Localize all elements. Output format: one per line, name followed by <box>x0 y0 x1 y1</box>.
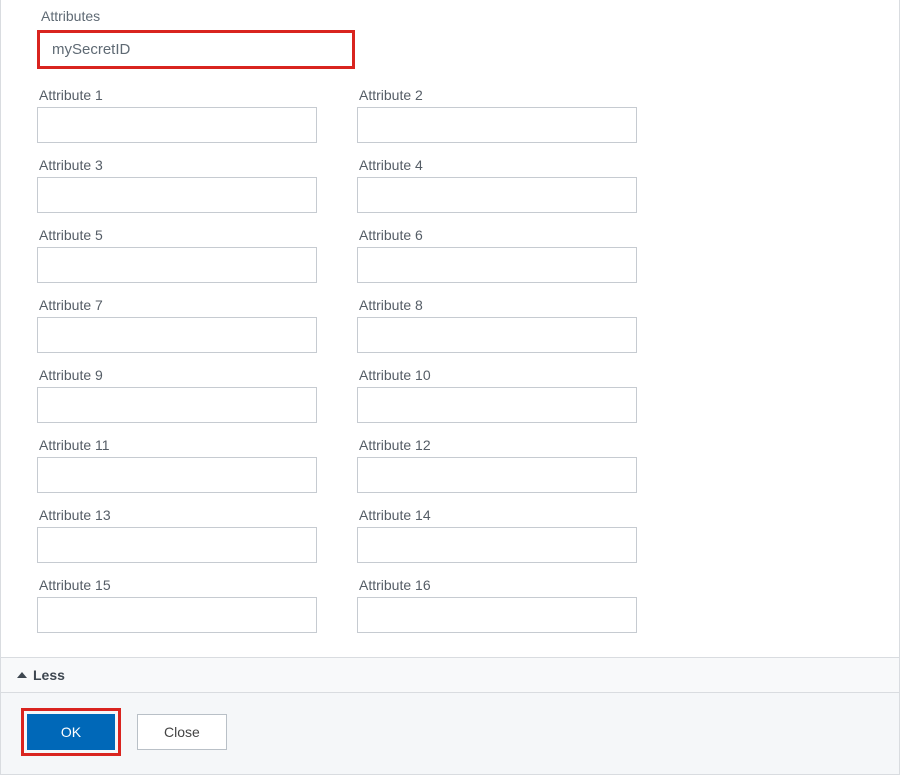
attribute-field: Attribute 7 <box>37 297 317 353</box>
attribute-grid: Attribute 1 Attribute 2 Attribute 3 Attr… <box>37 87 869 633</box>
attribute-label: Attribute 7 <box>39 297 317 313</box>
attributes-content: Attributes mySecretID Attribute 1 Attrib… <box>1 0 899 657</box>
attribute-input-3[interactable] <box>37 177 317 213</box>
attributes-panel: Attributes mySecretID Attribute 1 Attrib… <box>0 0 900 775</box>
attribute-input-14[interactable] <box>357 527 637 563</box>
attribute-field: Attribute 13 <box>37 507 317 563</box>
less-label: Less <box>33 667 65 683</box>
attribute-label: Attribute 1 <box>39 87 317 103</box>
main-attribute-field[interactable]: mySecretID <box>37 30 355 69</box>
attribute-label: Attribute 15 <box>39 577 317 593</box>
attribute-input-5[interactable] <box>37 247 317 283</box>
attribute-field: Attribute 16 <box>357 577 637 633</box>
attribute-field: Attribute 14 <box>357 507 637 563</box>
attribute-label: Attribute 5 <box>39 227 317 243</box>
attribute-input-1[interactable] <box>37 107 317 143</box>
attribute-label: Attribute 13 <box>39 507 317 523</box>
attribute-label: Attribute 2 <box>359 87 637 103</box>
attribute-input-11[interactable] <box>37 457 317 493</box>
less-toggle[interactable]: Less <box>1 657 899 693</box>
attribute-input-13[interactable] <box>37 527 317 563</box>
attribute-input-8[interactable] <box>357 317 637 353</box>
attribute-field: Attribute 9 <box>37 367 317 423</box>
attribute-input-6[interactable] <box>357 247 637 283</box>
main-attribute-value: mySecretID <box>52 41 130 58</box>
attribute-label: Attribute 16 <box>359 577 637 593</box>
attribute-input-12[interactable] <box>357 457 637 493</box>
attribute-input-9[interactable] <box>37 387 317 423</box>
attribute-label: Attribute 9 <box>39 367 317 383</box>
attribute-field: Attribute 5 <box>37 227 317 283</box>
attribute-field: Attribute 4 <box>357 157 637 213</box>
attribute-input-16[interactable] <box>357 597 637 633</box>
attribute-field: Attribute 8 <box>357 297 637 353</box>
attribute-label: Attribute 14 <box>359 507 637 523</box>
attribute-label: Attribute 3 <box>39 157 317 173</box>
attribute-label: Attribute 11 <box>39 437 317 453</box>
attribute-input-15[interactable] <box>37 597 317 633</box>
attribute-input-10[interactable] <box>357 387 637 423</box>
attribute-field: Attribute 11 <box>37 437 317 493</box>
attribute-input-2[interactable] <box>357 107 637 143</box>
attribute-field: Attribute 2 <box>357 87 637 143</box>
section-label: Attributes <box>41 8 869 24</box>
attribute-label: Attribute 12 <box>359 437 637 453</box>
ok-button[interactable]: OK <box>27 714 115 750</box>
attribute-input-4[interactable] <box>357 177 637 213</box>
close-button[interactable]: Close <box>137 714 227 750</box>
dialog-footer: OK Close <box>1 693 899 775</box>
attribute-label: Attribute 6 <box>359 227 637 243</box>
attribute-label: Attribute 10 <box>359 367 637 383</box>
attribute-label: Attribute 4 <box>359 157 637 173</box>
ok-highlight: OK <box>21 708 121 756</box>
caret-up-icon <box>17 672 27 678</box>
attribute-field: Attribute 3 <box>37 157 317 213</box>
attribute-field: Attribute 10 <box>357 367 637 423</box>
attribute-field: Attribute 1 <box>37 87 317 143</box>
attribute-label: Attribute 8 <box>359 297 637 313</box>
attribute-input-7[interactable] <box>37 317 317 353</box>
attribute-field: Attribute 6 <box>357 227 637 283</box>
attribute-field: Attribute 15 <box>37 577 317 633</box>
attribute-field: Attribute 12 <box>357 437 637 493</box>
